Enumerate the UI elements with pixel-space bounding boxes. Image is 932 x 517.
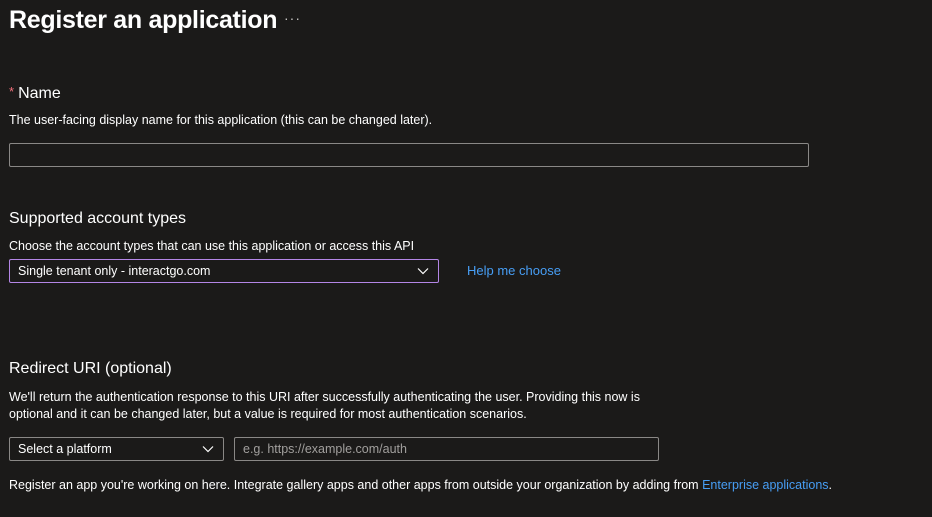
chevron-down-icon (201, 442, 215, 456)
enterprise-applications-link[interactable]: Enterprise applications (702, 478, 828, 492)
platform-selected: Select a platform (18, 442, 112, 456)
name-label: * Name (9, 82, 61, 104)
footer-text: Register an app you're working on here. … (9, 477, 832, 494)
account-types-selected: Single tenant only - interactgo.com (18, 264, 211, 278)
chevron-down-icon (416, 264, 430, 278)
more-horizontal-icon[interactable]: ··· (284, 10, 301, 26)
redirect-description-line2: optional and it can be changed later, bu… (9, 407, 527, 421)
redirect-uri-input[interactable] (234, 437, 659, 461)
help-me-choose-link[interactable]: Help me choose (467, 263, 561, 278)
footer-suffix: . (828, 478, 833, 492)
required-marker: * (9, 84, 15, 99)
platform-dropdown[interactable]: Select a platform (9, 437, 224, 461)
name-label-text: Name (18, 85, 61, 102)
footer-text-body: Register an app you're working on here. … (9, 478, 703, 492)
account-types-description: Choose the account types that can use th… (9, 239, 415, 253)
name-description: The user-facing display name for this ap… (9, 113, 433, 127)
redirect-uri-description: We'll return the authentication response… (9, 389, 640, 423)
page-title: Register an application (9, 6, 278, 34)
redirect-description-line1: We'll return the authentication response… (9, 390, 640, 404)
redirect-uri-label: Redirect URI (optional) (9, 360, 172, 377)
account-types-dropdown[interactable]: Single tenant only - interactgo.com (9, 259, 439, 283)
register-app-page: Register an application ··· * Name The us… (0, 0, 932, 517)
account-types-label: Supported account types (9, 210, 187, 227)
name-input[interactable] (9, 143, 809, 167)
